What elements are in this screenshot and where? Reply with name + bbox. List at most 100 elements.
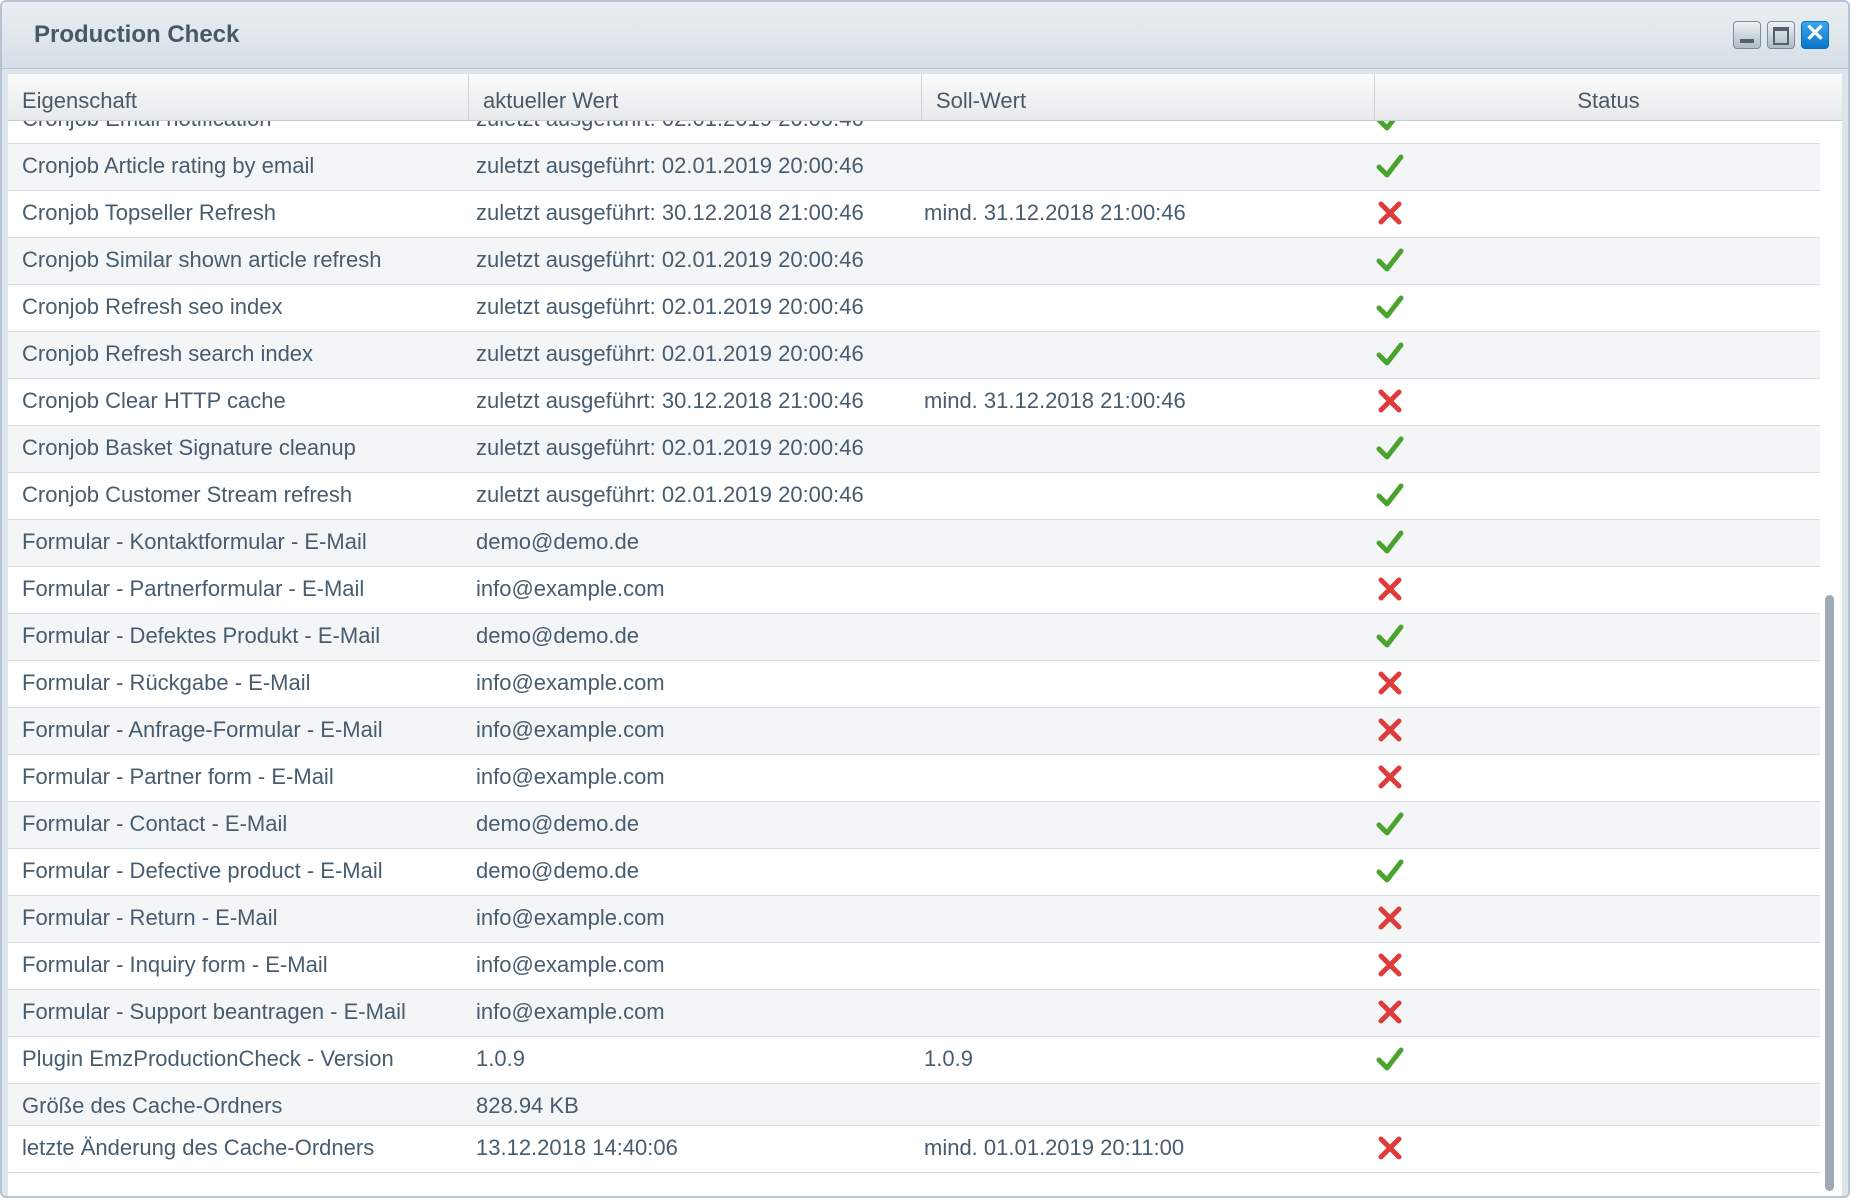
production-check-window: Production Check ✕ Eigenschaft aktueller… <box>0 0 1850 1198</box>
window-titlebar[interactable]: Production Check ✕ <box>2 2 1848 69</box>
cell-eigenschaft: Größe des Cache-Ordners <box>22 1093 283 1118</box>
check-icon <box>1376 622 1416 654</box>
table-row[interactable]: Plugin EmzProductionCheck - Version 1.0.9… <box>8 1037 1820 1084</box>
table-row[interactable]: Cronjob Refresh search index zuletzt ausg… <box>8 332 1820 379</box>
cross-icon <box>1376 763 1416 795</box>
cell-eigenschaft: Formular - Rückgabe - E-Mail <box>22 670 311 695</box>
check-icon <box>1376 340 1416 372</box>
maximize-button[interactable] <box>1767 21 1795 49</box>
cell-aktueller-wert: info@example.com <box>476 905 665 930</box>
column-header-status[interactable]: Status <box>1375 74 1842 120</box>
column-header-eigenschaft[interactable]: Eigenschaft <box>8 74 469 120</box>
cell-aktueller-wert: info@example.com <box>476 670 665 695</box>
cell-eigenschaft: Cronjob Similar shown article refresh <box>22 247 382 272</box>
cell-soll-wert <box>924 708 1364 754</box>
cell-eigenschaft: Cronjob Basket Signature cleanup <box>22 435 356 460</box>
cell-aktueller-wert: demo@demo.de <box>476 623 639 648</box>
window-title: Production Check <box>34 21 240 48</box>
table-row[interactable]: Formular - Rückgabe - E-Mail info@example… <box>8 661 1820 708</box>
table-row[interactable]: Formular - Partnerformular - E-Mail info@… <box>8 567 1820 614</box>
status-empty <box>1376 1092 1416 1124</box>
table-row[interactable]: Formular - Partner form - E-Mail info@exa… <box>8 755 1820 802</box>
cell-soll-wert <box>924 661 1364 707</box>
table-row[interactable]: Cronjob Customer Stream refresh zuletzt a… <box>8 473 1820 520</box>
check-icon <box>1376 857 1416 889</box>
cell-soll-wert <box>924 473 1364 519</box>
cross-icon <box>1376 387 1416 419</box>
cell-soll-wert <box>924 238 1364 284</box>
check-icon <box>1376 152 1416 184</box>
maximize-icon <box>1773 27 1789 45</box>
cell-soll-wert: mind. 01.01.2019 20:11:00 <box>924 1135 1185 1160</box>
vertical-scrollbar[interactable] <box>1820 121 1842 1196</box>
cell-soll-wert <box>924 802 1364 848</box>
table-row[interactable]: Formular - Support beantragen - E-Mail in… <box>8 990 1820 1037</box>
cell-eigenschaft: Cronjob Email notification <box>22 121 462 143</box>
cell-soll-wert <box>924 426 1364 472</box>
table-row[interactable]: Cronjob Similar shown article refresh zul… <box>8 238 1820 285</box>
cell-eigenschaft: Cronjob Refresh seo index <box>22 294 283 319</box>
column-header-aktueller-wert[interactable]: aktueller Wert <box>469 74 922 120</box>
check-icon <box>1376 121 1416 137</box>
cell-soll-wert <box>924 144 1364 190</box>
check-icon <box>1376 434 1416 466</box>
cell-eigenschaft: Formular - Defektes Produkt - E-Mail <box>22 623 381 648</box>
close-button[interactable]: ✕ <box>1801 20 1829 49</box>
cell-eigenschaft: Formular - Contact - E-Mail <box>22 811 288 836</box>
cell-aktueller-wert: zuletzt ausgeführt: 02.01.2019 20:00:46 <box>476 341 864 366</box>
cell-eigenschaft: Formular - Support beantragen - E-Mail <box>22 999 406 1024</box>
cell-aktueller-wert: info@example.com <box>476 999 665 1024</box>
cell-soll-wert: 1.0.9 <box>924 1046 973 1071</box>
cell-soll-wert <box>924 614 1364 660</box>
cell-eigenschaft: Cronjob Article rating by email <box>22 153 315 178</box>
grid-body[interactable]: Cronjob Email notification zuletzt ausgef… <box>8 121 1820 1196</box>
table-row[interactable]: letzte Änderung des Cache-Ordners 13.12.2… <box>8 1126 1820 1173</box>
cell-aktueller-wert: 828.94 KB <box>476 1093 579 1118</box>
cell-soll-wert <box>924 990 1364 1036</box>
table-row[interactable]: Cronjob Topseller Refresh zuletzt ausgefü… <box>8 191 1820 238</box>
column-header-soll-wert[interactable]: Soll-Wert <box>922 74 1375 120</box>
production-check-grid: Eigenschaft aktueller Wert Soll-Wert Sta… <box>8 74 1842 1196</box>
table-row[interactable]: Formular - Defektes Produkt - E-Mail demo… <box>8 614 1820 661</box>
check-icon <box>1376 293 1416 325</box>
table-row[interactable]: Cronjob Article rating by email zuletzt a… <box>8 144 1820 191</box>
table-row[interactable]: Formular - Inquiry form - E-Mail info@exa… <box>8 943 1820 990</box>
table-row[interactable]: Cronjob Basket Signature cleanup zuletzt … <box>8 426 1820 473</box>
cross-icon <box>1376 199 1416 231</box>
cell-aktueller-wert: zuletzt ausgeführt: 30.12.2018 21:00:46 <box>476 200 864 225</box>
table-row[interactable]: Formular - Anfrage-Formular - E-Mail info… <box>8 708 1820 755</box>
minimize-icon <box>1740 39 1754 43</box>
scrollbar-thumb[interactable] <box>1825 595 1834 1191</box>
table-row[interactable]: Cronjob Clear HTTP cache zuletzt ausgefüh… <box>8 379 1820 426</box>
cell-eigenschaft: Cronjob Refresh search index <box>22 341 314 366</box>
check-icon <box>1376 246 1416 278</box>
cell-soll-wert: mind. 31.12.2018 21:00:46 <box>924 388 1186 413</box>
table-row[interactable]: Formular - Contact - E-Mail demo@demo.de <box>8 802 1820 849</box>
minimize-button[interactable] <box>1733 21 1761 49</box>
cell-soll-wert <box>924 849 1364 895</box>
cell-soll-wert <box>924 567 1364 613</box>
close-icon: ✕ <box>1804 20 1826 47</box>
check-icon <box>1376 528 1416 560</box>
table-row[interactable]: Formular - Defective product - E-Mail dem… <box>8 849 1820 896</box>
cell-aktueller-wert: zuletzt ausgeführt: 02.01.2019 20:00:46 <box>476 153 864 178</box>
cell-soll-wert <box>924 520 1364 566</box>
cell-soll-wert <box>924 332 1364 378</box>
table-row[interactable]: Größe des Cache-Ordners 828.94 KB <box>8 1084 1820 1126</box>
cell-soll-wert: mind. 31.12.2018 21:00:46 <box>924 200 1186 225</box>
cell-soll-wert <box>924 121 1364 143</box>
cell-aktueller-wert: zuletzt ausgeführt: 02.01.2019 20:00:46 <box>476 435 864 460</box>
cell-eigenschaft: Formular - Partnerformular - E-Mail <box>22 576 365 601</box>
cell-aktueller-wert: zuletzt ausgeführt: 02.01.2019 20:00:46 <box>476 247 864 272</box>
table-row[interactable]: Formular - Kontaktformular - E-Mail demo@… <box>8 520 1820 567</box>
table-row[interactable]: Cronjob Email notification zuletzt ausgef… <box>8 121 1820 144</box>
table-row[interactable]: Cronjob Refresh seo index zuletzt ausgefü… <box>8 285 1820 332</box>
cell-aktueller-wert: zuletzt ausgeführt: 30.12.2018 21:00:46 <box>476 388 864 413</box>
cell-aktueller-wert: demo@demo.de <box>476 529 639 554</box>
cell-aktueller-wert: info@example.com <box>476 717 665 742</box>
cell-eigenschaft: Formular - Return - E-Mail <box>22 905 278 930</box>
cross-icon <box>1376 575 1416 607</box>
cell-aktueller-wert: zuletzt ausgeführt: 02.01.2019 20:00:46 <box>476 482 864 507</box>
table-row[interactable]: Formular - Return - E-Mail info@example.c… <box>8 896 1820 943</box>
cell-eigenschaft: Plugin EmzProductionCheck - Version <box>22 1046 394 1071</box>
